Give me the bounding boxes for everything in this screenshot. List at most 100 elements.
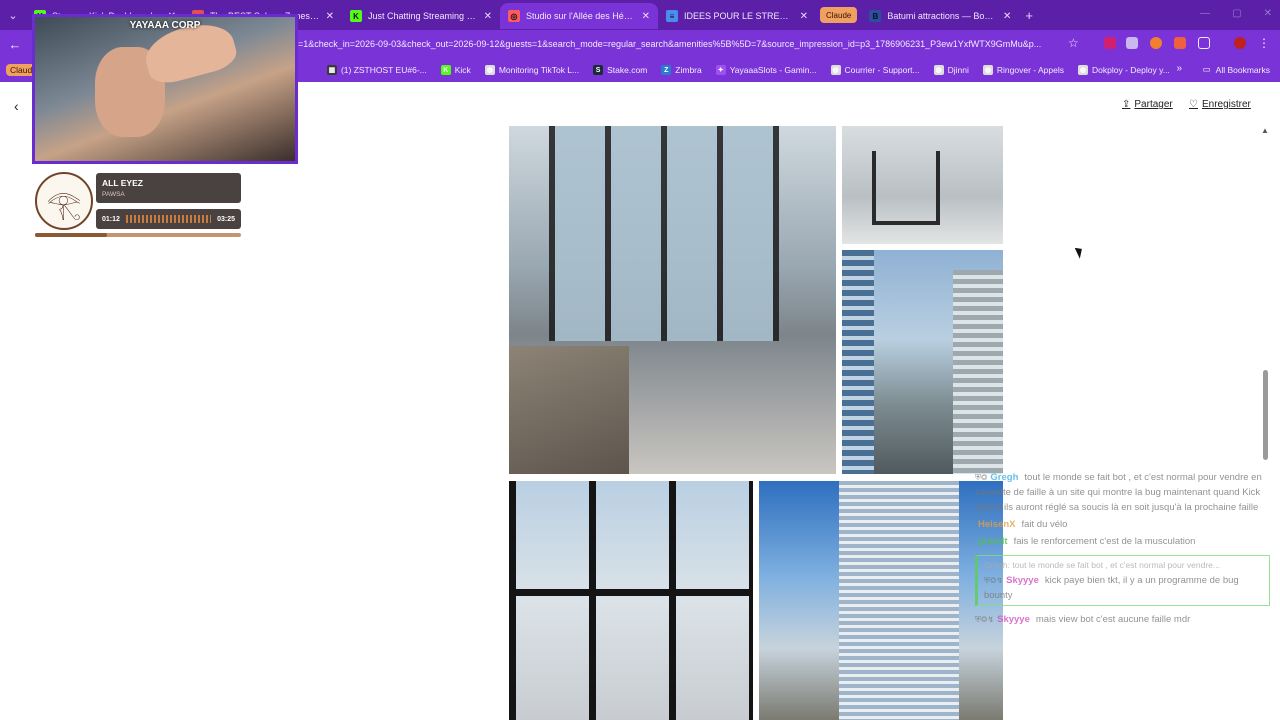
bookmark-favicon-icon: S: [593, 65, 604, 75]
bookmark-label: Ringover - Appels: [996, 65, 1064, 75]
new-tab-button[interactable]: +: [1025, 8, 1033, 23]
tab-title: Batumi attractions — Booking: [887, 11, 997, 21]
all-bookmarks-label: All Bookmarks: [1215, 64, 1270, 75]
bookmark-label: Kick: [454, 65, 471, 75]
listing-photo-window-towers[interactable]: [509, 481, 753, 720]
track-elapsed: 01:12: [102, 215, 120, 223]
track-info: ALL EYEZ PAWSA: [96, 173, 241, 203]
listing-photo-city-view[interactable]: [842, 250, 1003, 474]
bookmark-label: (1) ZSTHOST EU#6-...: [340, 65, 427, 75]
tab-favicon-icon: B: [869, 10, 882, 22]
bookmark-label: Stake.com: [607, 65, 648, 75]
maximize-icon[interactable]: ▢: [1232, 8, 1241, 19]
chat-nick: grandt: [978, 536, 1008, 547]
tab-close-icon[interactable]: ✕: [642, 11, 650, 22]
webcam-title: YAYAAA CORP: [129, 20, 201, 31]
bookmark-item[interactable]: Z Zimbra: [661, 65, 702, 75]
bookmark-label: YayaaaSlots - Gamin...: [729, 65, 817, 75]
bookmark-item[interactable]: ◍ Ringover - Appels: [982, 65, 1064, 75]
bookmark-favicon-icon: ✦: [715, 65, 726, 75]
tab-favicon-icon: ≡: [666, 10, 678, 22]
bookmark-star-icon[interactable]: ☆: [1068, 36, 1079, 50]
bookmark-item[interactable]: ◍ Djinni: [933, 65, 969, 75]
chat-message: HeisenX fait du vélo: [975, 517, 1270, 532]
tab-favicon-icon: ◎: [508, 10, 520, 22]
all-bookmarks-button[interactable]: ▭ All Bookmarks: [1203, 64, 1270, 75]
listing-photo-balcony[interactable]: [842, 126, 1003, 244]
tab-close-icon[interactable]: ✕: [800, 11, 808, 22]
track-artist: PAWSA: [102, 191, 125, 198]
bookmark-favicon-icon: Z: [661, 65, 672, 75]
browser-tab[interactable]: K Just Chatting Streaming - Live ✕: [342, 3, 500, 29]
extension-icon[interactable]: [1150, 37, 1162, 49]
user-badges-icon: ⛨◎↯: [975, 615, 995, 624]
bookmark-item[interactable]: ◍ Dokploy - Deploy y...: [1078, 65, 1170, 75]
bookmark-item[interactable]: S Stake.com: [593, 65, 647, 75]
scrollbar-thumb[interactable]: [1263, 370, 1268, 460]
track-progress-fill: [35, 233, 108, 237]
listing-photo-bedroom-window[interactable]: [509, 126, 836, 474]
extensions-puzzle-icon[interactable]: [1198, 37, 1210, 49]
window-controls: — ▢ ✕: [1200, 8, 1272, 19]
chat-nick: Skyyye: [1006, 575, 1039, 586]
listing-photo-skyscraper[interactable]: [759, 481, 1003, 720]
bookmark-label: Dokploy - Deploy y...: [1092, 65, 1170, 75]
chat-overlay: ⛨◎ Gregh tout le monde se fait bot , et c'…: [975, 470, 1270, 629]
tab-close-icon[interactable]: ✕: [326, 11, 334, 22]
heart-icon: ♡: [1189, 99, 1198, 110]
browser-tab[interactable]: B Batumi attractions — Booking ✕: [861, 3, 1019, 29]
tab-close-icon[interactable]: ✕: [484, 11, 492, 22]
page-scrollbar[interactable]: ▲: [1259, 126, 1273, 720]
track-progress-bar: [35, 233, 241, 237]
extension-icon[interactable]: [1126, 37, 1138, 49]
chat-reply-message: Gregh: tout le monde se fait bot , et c'…: [975, 555, 1270, 606]
browser-menu-icon[interactable]: ⋮: [1258, 36, 1270, 50]
chat-text: fais le renforcement c'est de la muscula…: [1013, 536, 1196, 547]
profile-avatar[interactable]: [1234, 37, 1246, 49]
scroll-up-arrow-icon[interactable]: ▲: [1261, 126, 1269, 135]
folder-icon: ▭: [1202, 64, 1211, 74]
bookmark-item[interactable]: ✦ YayaaaSlots - Gamin...: [715, 65, 817, 75]
tab-favicon-icon: K: [350, 10, 362, 22]
bookmark-favicon-icon: K: [440, 65, 451, 75]
bookmarks-overflow-icon[interactable]: »: [1176, 63, 1182, 74]
chat-messages: ⛨◎ Gregh tout le monde se fait bot , et c'…: [975, 470, 1270, 549]
chat-nick: HeisenX: [978, 519, 1016, 530]
waveform-icon: [125, 215, 212, 223]
browser-back-icon[interactable]: ←: [0, 37, 30, 52]
tab-title: Studio sur l'Allée des Héros - A: [526, 11, 636, 21]
bookmark-favicon-icon: ▦: [326, 65, 337, 75]
webcam-overlay: YAYAAA CORP: [32, 14, 298, 164]
extension-icon[interactable]: [1174, 37, 1186, 49]
user-badges-icon: ⛨◎: [975, 473, 988, 482]
tab-search-chevron-icon[interactable]: ⌄: [0, 0, 26, 30]
chat-message: ⛨◎↯ Skyyye mais view bot c'est aucune fail…: [975, 612, 1270, 627]
address-bar[interactable]: =1&check_in=2026-09-03&check_out=2026-09…: [298, 34, 1078, 54]
close-window-icon[interactable]: ✕: [1264, 8, 1272, 19]
bookmark-favicon-icon: ◍: [982, 65, 993, 75]
browser-tab[interactable]: ≡ IDEES POUR LE STREAM YAYA/ ✕: [658, 3, 816, 29]
share-button[interactable]: ⇪ Partager: [1122, 99, 1173, 110]
extension-icon[interactable]: [1104, 37, 1116, 49]
reply-quote: Gregh: tout le monde se fait bot , et c'…: [984, 560, 1220, 570]
mouse-cursor-icon: [1074, 245, 1086, 259]
bookmark-favicon-icon: ◍: [1078, 65, 1088, 75]
tab-close-icon[interactable]: ✕: [1003, 11, 1011, 22]
bookmark-favicon-icon: ◍: [933, 65, 944, 75]
tab-group-claude[interactable]: Claude: [820, 7, 858, 23]
save-button[interactable]: ♡ Enregistrer: [1189, 99, 1251, 110]
bookmark-item[interactable]: ◍ Courrier - Support...: [830, 65, 920, 75]
browser-tab[interactable]: ◎ Studio sur l'Allée des Héros - A ✕: [500, 3, 658, 29]
bookmark-item[interactable]: ◍ Monitoring TikTok L...: [484, 65, 580, 75]
save-label: Enregistrer: [1201, 99, 1251, 110]
bookmarks-list: ▦ (1) ZSTHOST EU#6-... K Kick ◍ Monitoring Ti…: [326, 65, 1184, 75]
page-back-icon[interactable]: ‹: [14, 98, 19, 114]
bookmark-item[interactable]: ▦ (1) ZSTHOST EU#6-...: [326, 65, 427, 75]
bookmark-item[interactable]: K Kick: [440, 65, 471, 75]
track-total: 03:25: [217, 215, 235, 223]
share-label: Partager: [1134, 99, 1173, 110]
chat-text: tout le monde se fait bot , et c'est nor…: [975, 472, 1262, 513]
chat-nick: Skyyye: [997, 614, 1030, 625]
minimize-icon[interactable]: —: [1200, 8, 1210, 19]
bookmark-label: Monitoring TikTok L...: [498, 65, 580, 75]
